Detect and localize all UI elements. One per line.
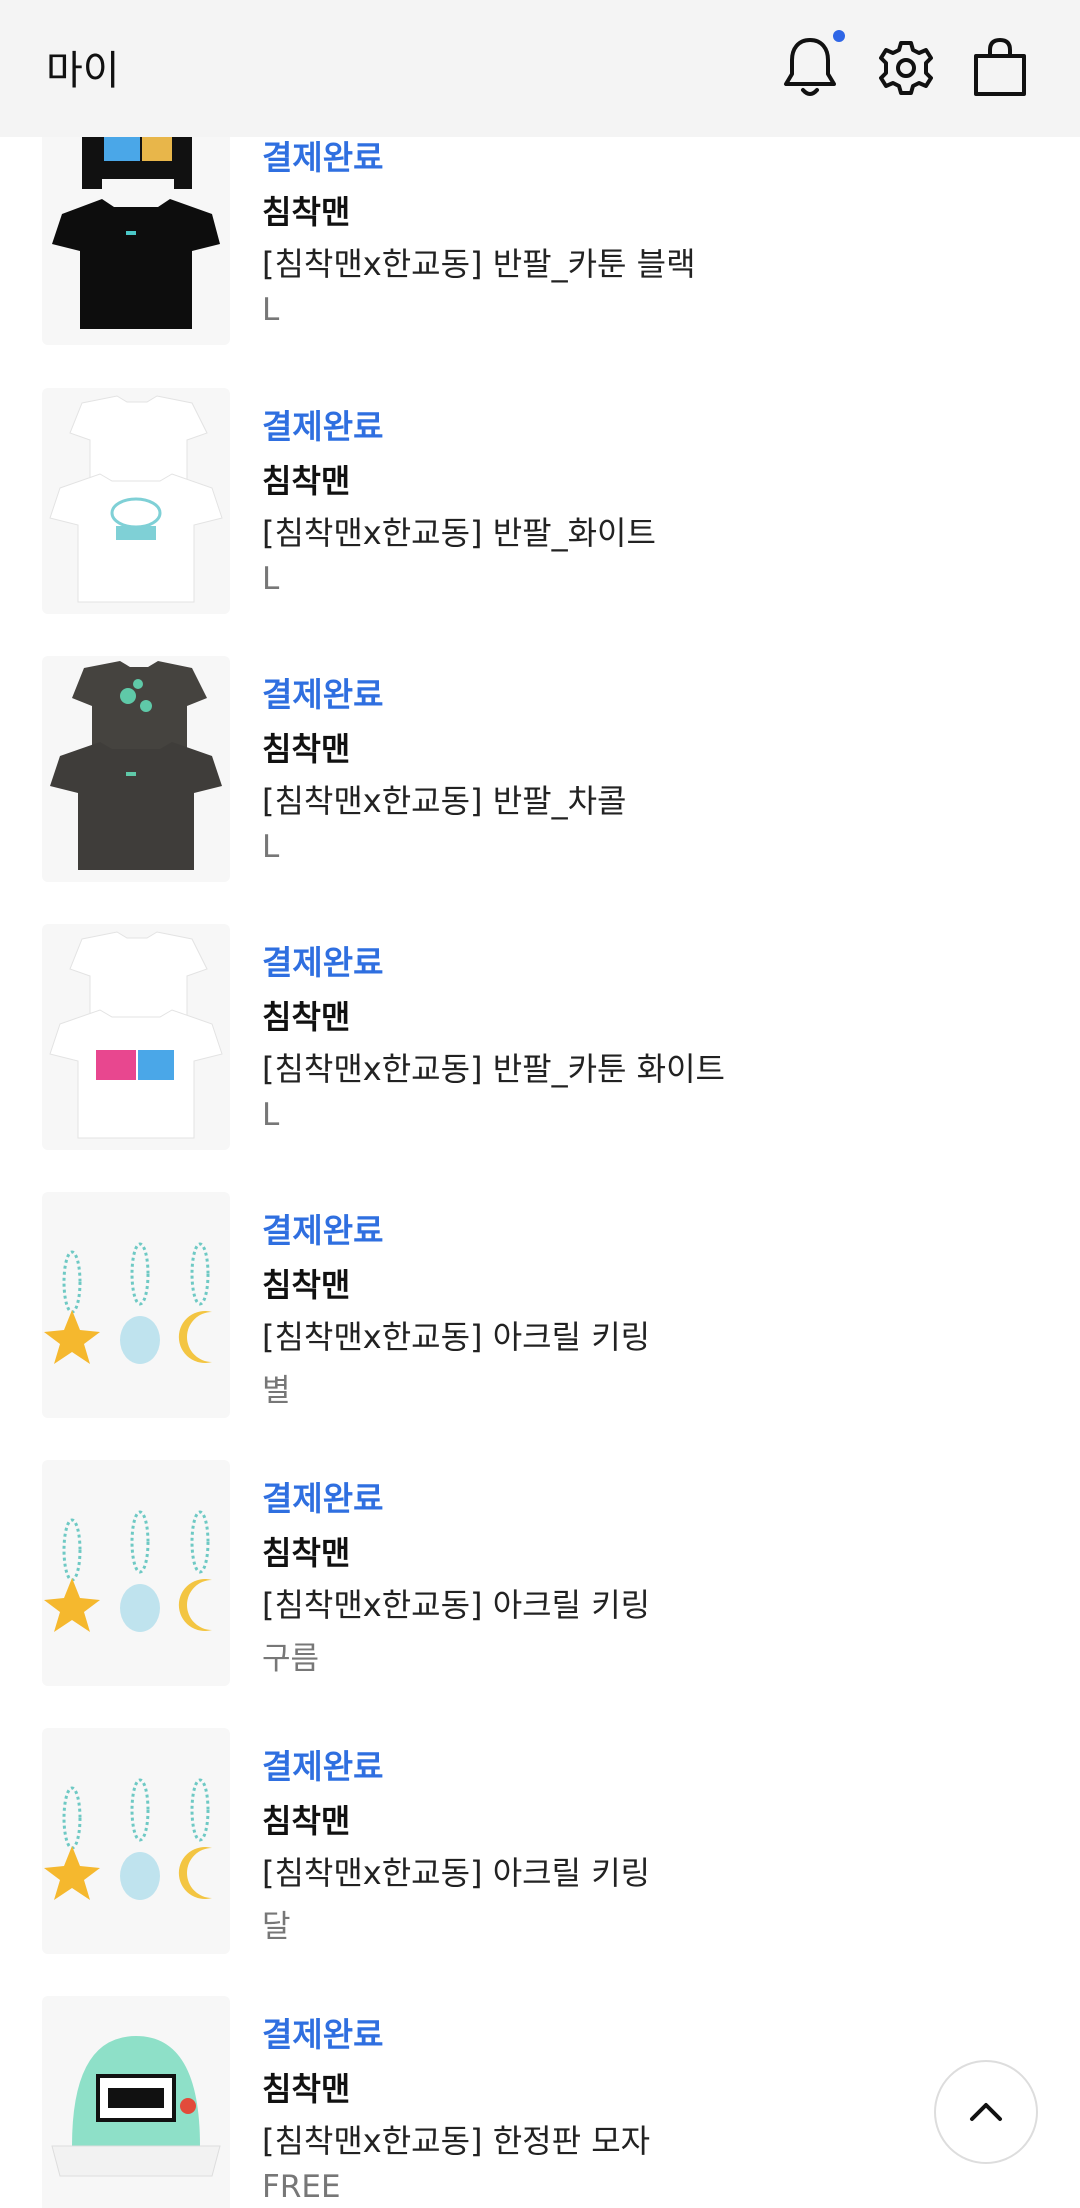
product-option: FREE [262,2169,341,2205]
order-status: 결제완료 [262,1211,384,1250]
product-thumbnail[interactable] [42,388,230,614]
order-status: 결제완료 [262,407,384,446]
order-status: 결제완료 [262,138,384,177]
product-option: 별 [262,1373,291,1409]
list-item[interactable]: 결제완료 침착맨 [침착맨x한교동] 반팔_차콜 L [0,656,1080,884]
page-title: 마이 [46,48,120,94]
brand-name: 침착맨 [262,462,351,500]
product-option: L [262,292,280,328]
product-thumbnail[interactable] [42,1996,230,2208]
list-item[interactable]: 결제완료 침착맨 [침착맨x한교동] 아크릴 키링 달 [0,1728,1080,1956]
order-status: 결제완료 [262,2015,384,2054]
notification-dot [833,30,845,42]
order-status: 결제완료 [262,675,384,714]
order-status: 결제완료 [262,943,384,982]
product-option: L [262,1097,280,1133]
brand-name: 침착맨 [262,1802,351,1840]
chevron-up-icon [970,2103,1002,2121]
order-status: 결제완료 [262,1747,384,1786]
brand-name: 침착맨 [262,1266,351,1304]
product-name[interactable]: [침착맨x한교동] 아크릴 키링 [262,1580,650,1626]
shopping-bag-icon[interactable] [962,30,1038,106]
product-option: L [262,561,280,597]
product-name[interactable]: [침착맨x한교동] 반팔_카툰 화이트 [262,1044,725,1090]
list-item[interactable]: 결제완료 침착맨 [침착맨x한교동] 반팔_카툰 블랙 L [0,119,1080,347]
order-list: 결제완료 침착맨 [침착맨x한교동] 반팔_카툰 블랙 L 결제완료 침착맨 [… [0,0,1080,2208]
product-option: L [262,829,280,865]
product-name[interactable]: [침착맨x한교동] 반팔_화이트 [262,508,656,554]
brand-name: 침착맨 [262,730,351,768]
brand-name: 침착맨 [262,193,351,231]
product-name[interactable]: [침착맨x한교동] 한정판 모자 [262,2116,650,2162]
brand-name: 침착맨 [262,2070,351,2108]
order-status: 결제완료 [262,1479,384,1518]
product-thumbnail[interactable] [42,1460,230,1686]
product-thumbnail[interactable] [42,119,230,345]
list-item[interactable]: 결제완료 침착맨 [침착맨x한교동] 아크릴 키링 별 [0,1192,1080,1420]
product-thumbnail[interactable] [42,1192,230,1418]
list-item[interactable]: 결제완료 침착맨 [침착맨x한교동] 반팔_화이트 L [0,388,1080,616]
scroll-to-top-button[interactable] [934,2060,1038,2164]
list-item[interactable]: 결제완료 침착맨 [침착맨x한교동] 반팔_카툰 화이트 L [0,924,1080,1152]
product-thumbnail[interactable] [42,1728,230,1954]
product-name[interactable]: [침착맨x한교동] 반팔_차콜 [262,776,626,822]
top-app-bar: 마이 [0,0,1080,137]
product-thumbnail[interactable] [42,656,230,882]
product-option: 달 [262,1909,291,1945]
list-item[interactable]: 결제완료 침착맨 [침착맨x한교동] 한정판 모자 FREE [0,1996,1080,2208]
product-name[interactable]: [침착맨x한교동] 아크릴 키링 [262,1312,650,1358]
gear-icon[interactable] [868,30,944,106]
product-name[interactable]: [침착맨x한교동] 반팔_카툰 블랙 [262,239,696,285]
brand-name: 침착맨 [262,1534,351,1572]
product-option: 구름 [262,1641,320,1677]
product-name[interactable]: [침착맨x한교동] 아크릴 키링 [262,1848,650,1894]
list-item[interactable]: 결제완료 침착맨 [침착맨x한교동] 아크릴 키링 구름 [0,1460,1080,1688]
product-thumbnail[interactable] [42,924,230,1150]
brand-name: 침착맨 [262,998,351,1036]
